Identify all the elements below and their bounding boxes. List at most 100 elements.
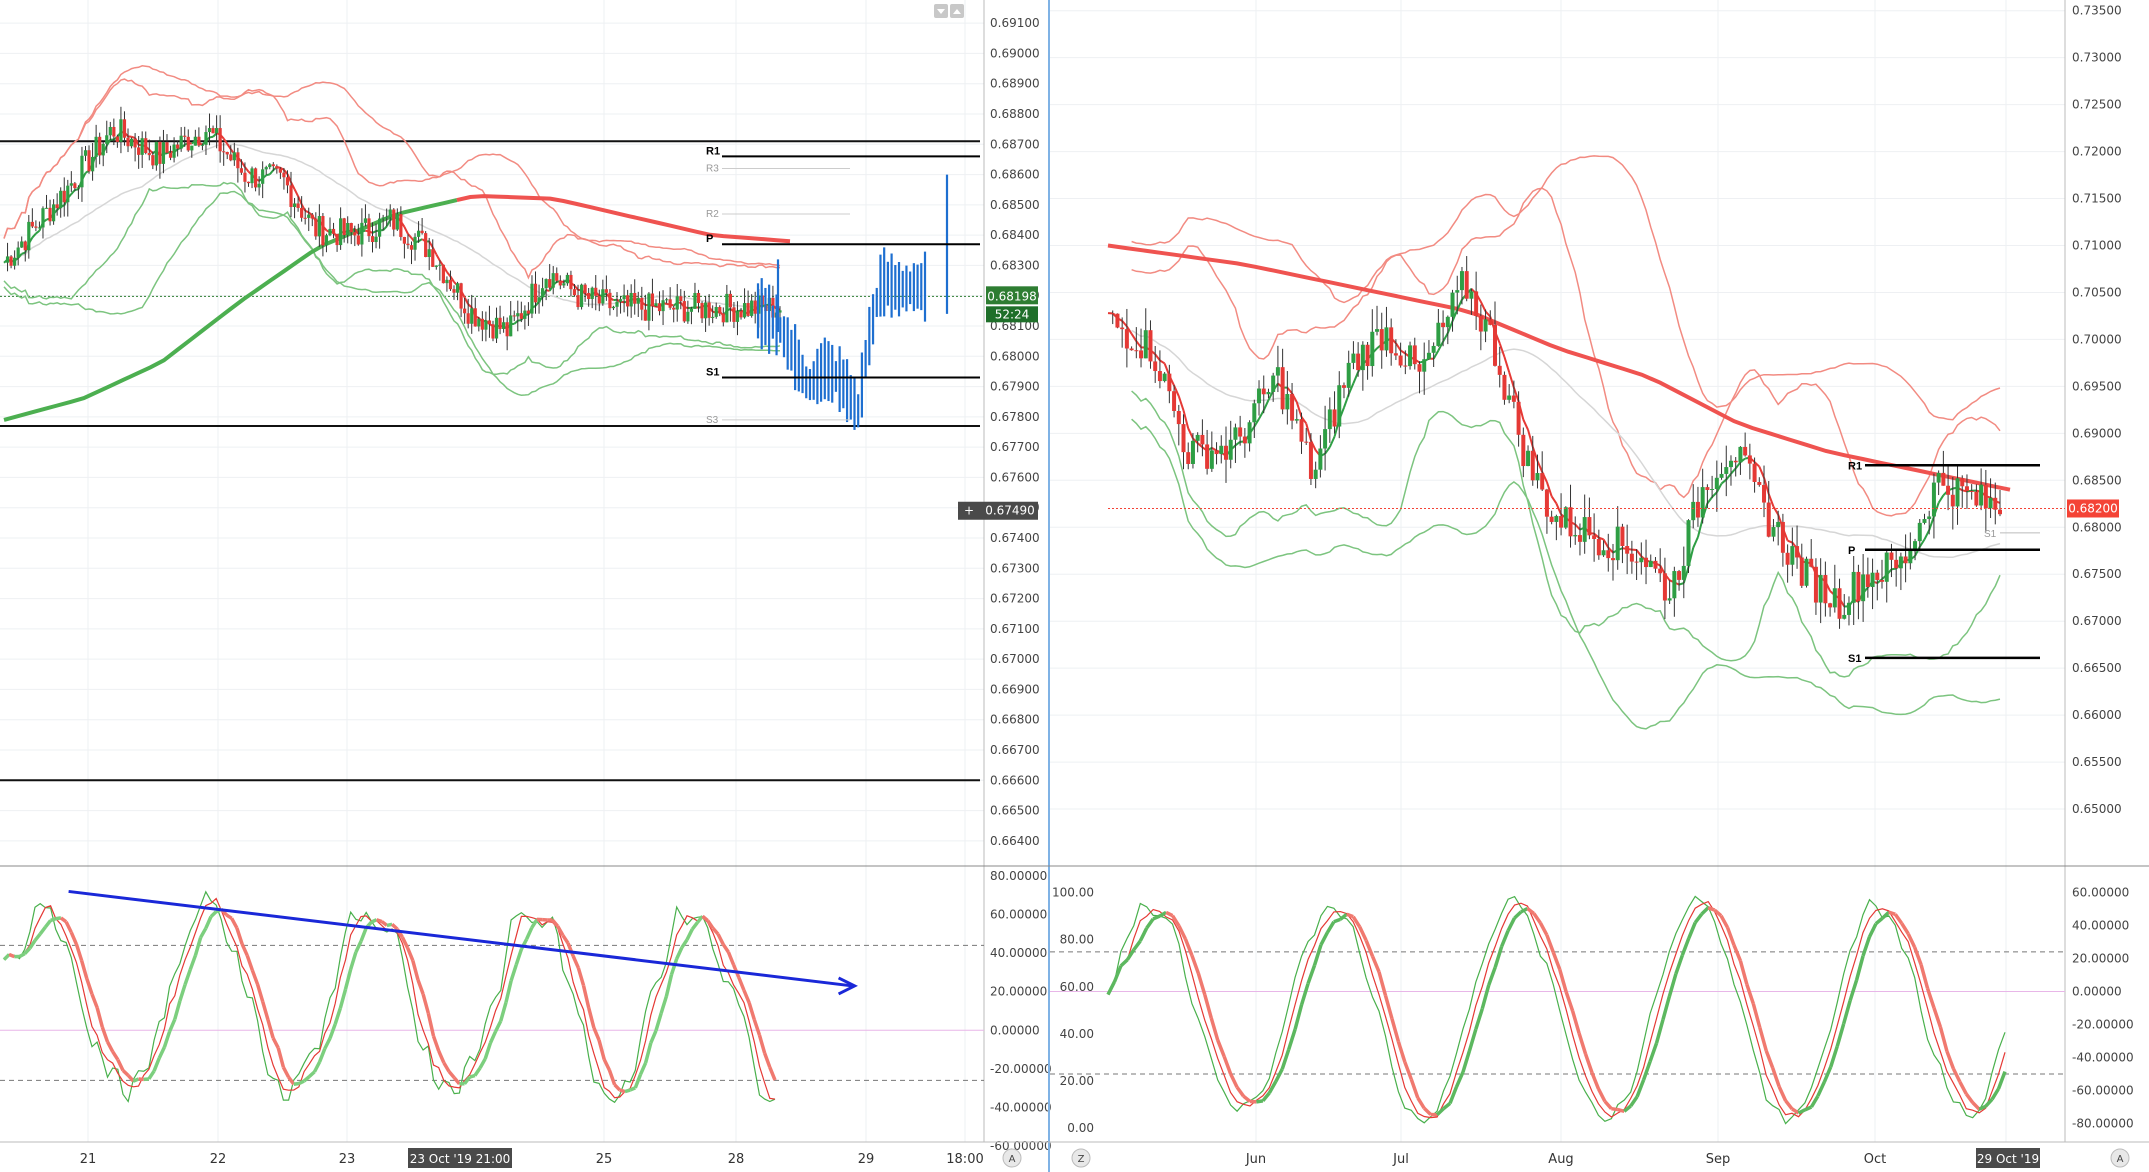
candle-body[interactable] <box>544 279 548 289</box>
candle-body[interactable] <box>1960 478 1965 487</box>
candle-body[interactable] <box>1247 422 1252 444</box>
candle-body[interactable] <box>1700 487 1705 518</box>
candle-body[interactable] <box>1469 291 1474 299</box>
candle-body[interactable] <box>346 223 350 236</box>
trend-line[interactable] <box>68 889 853 988</box>
candle-body[interactable] <box>5 256 10 263</box>
candle-body[interactable] <box>20 241 24 248</box>
candle-body[interactable] <box>257 183 261 188</box>
candle-body[interactable] <box>367 218 371 237</box>
candle-body[interactable] <box>441 264 445 284</box>
candle-body[interactable] <box>1200 434 1205 445</box>
candle-body[interactable] <box>452 289 456 293</box>
candle-body[interactable] <box>48 207 52 222</box>
candle-body[interactable] <box>144 138 148 154</box>
candle-body[interactable] <box>140 138 144 155</box>
candle-body[interactable] <box>1842 614 1847 619</box>
candle-body[interactable] <box>1431 345 1436 353</box>
candle-body[interactable] <box>633 292 637 304</box>
candle-body[interactable] <box>222 151 226 153</box>
candle-body[interactable] <box>1880 579 1885 582</box>
candle-body[interactable] <box>1323 429 1328 449</box>
candle-body[interactable] <box>331 228 336 234</box>
candle-body[interactable] <box>1615 526 1620 561</box>
candle-body[interactable] <box>1766 502 1771 537</box>
candle-body[interactable] <box>498 317 502 329</box>
candle-body[interactable] <box>1365 344 1370 367</box>
candle-body[interactable] <box>1143 330 1148 359</box>
candle-body[interactable] <box>445 279 449 284</box>
candle-body[interactable] <box>1705 487 1710 490</box>
candle-body[interactable] <box>1799 557 1804 586</box>
candle-body[interactable] <box>1488 319 1493 325</box>
candle-body[interactable] <box>1658 568 1663 574</box>
candle-body[interactable] <box>1728 460 1733 468</box>
candle-body[interactable] <box>246 181 251 184</box>
right-price-axis[interactable]: 0.73500 0.73000 0.72500 0.72000 0.71500 0.710… <box>2072 4 2122 816</box>
candle-body[interactable] <box>523 310 527 319</box>
candle-body[interactable] <box>90 156 95 172</box>
candle-body[interactable] <box>62 190 66 203</box>
candle-body[interactable] <box>1936 472 1941 483</box>
candle-body[interactable] <box>463 308 467 314</box>
candle-body[interactable] <box>328 228 332 236</box>
candle-body[interactable] <box>1257 388 1262 404</box>
candle-body[interactable] <box>122 119 127 138</box>
candle-body[interactable] <box>285 177 290 186</box>
candle-body[interactable] <box>16 247 20 258</box>
candle-body[interactable] <box>1190 440 1195 464</box>
candle-body[interactable] <box>1464 271 1469 299</box>
candle-body[interactable] <box>424 233 428 258</box>
left-projection-bars[interactable] <box>756 174 949 430</box>
candle-body[interactable] <box>1695 501 1700 518</box>
candle-body[interactable] <box>1497 365 1502 375</box>
candle-body[interactable] <box>204 132 208 145</box>
candle-body[interactable] <box>1762 484 1767 503</box>
left-main-panel[interactable]: 0.69100 0.69000 0.68900 0.68800 0.68700 0.686… <box>0 0 1040 1167</box>
candle-body[interactable] <box>1818 575 1823 603</box>
candle-body[interactable] <box>1507 395 1512 400</box>
candle-body[interactable] <box>271 164 275 167</box>
candle-body[interactable] <box>696 292 701 304</box>
candle-body[interactable] <box>448 279 453 290</box>
candle-body[interactable] <box>558 280 562 286</box>
candle-body[interactable] <box>402 236 407 244</box>
candle-body[interactable] <box>1228 439 1233 460</box>
candle-body[interactable] <box>735 311 740 322</box>
candle-body[interactable] <box>494 317 499 339</box>
candle-body[interactable] <box>392 209 396 230</box>
candle-body[interactable] <box>1516 401 1521 435</box>
candle-body[interactable] <box>1398 355 1403 366</box>
candle-body[interactable] <box>487 320 492 325</box>
candle-body[interactable] <box>268 164 272 168</box>
candle-body[interactable] <box>1776 521 1781 528</box>
candle-body[interactable] <box>512 315 516 317</box>
candle-body[interactable] <box>1686 520 1691 566</box>
candle-body[interactable] <box>615 301 619 307</box>
candle-body[interactable] <box>1983 484 1988 509</box>
candle-body[interactable] <box>119 119 123 142</box>
candle-body[interactable] <box>576 295 580 308</box>
candle-body[interactable] <box>537 297 541 303</box>
candle-body[interactable] <box>349 223 353 233</box>
candle-body[interactable] <box>1941 472 1946 486</box>
candle-body[interactable] <box>1757 481 1762 485</box>
candle-body[interactable] <box>303 217 307 219</box>
candle-body[interactable] <box>1139 350 1144 359</box>
candle-body[interactable] <box>239 168 244 173</box>
candle-body[interactable] <box>1271 375 1276 392</box>
candle-body[interactable] <box>395 214 399 230</box>
candle-body[interactable] <box>9 256 13 266</box>
candle-body[interactable] <box>540 288 545 298</box>
candle-body[interactable] <box>750 300 754 316</box>
candle-body[interactable] <box>657 303 662 312</box>
candle-body[interactable] <box>1549 516 1554 522</box>
candle-body[interactable] <box>1946 485 1951 495</box>
candle-body[interactable] <box>516 313 520 317</box>
candle-body[interactable] <box>409 245 414 250</box>
candle-body[interactable] <box>94 136 98 157</box>
candle-body[interactable] <box>1214 450 1219 455</box>
candle-body[interactable] <box>34 226 38 228</box>
candle-body[interactable] <box>1837 588 1842 619</box>
candle-body[interactable] <box>1426 352 1431 360</box>
